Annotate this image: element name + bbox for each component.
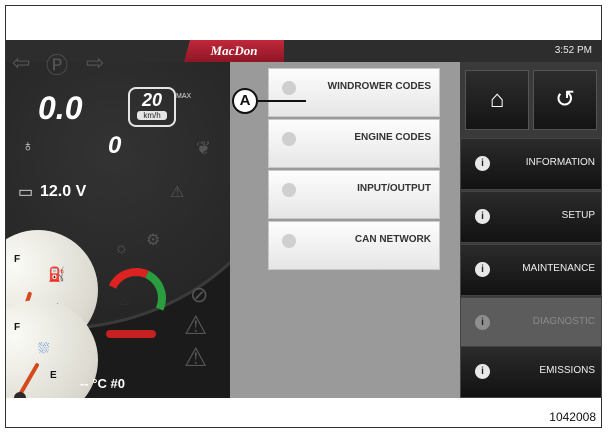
info-icon: i xyxy=(475,315,490,330)
def-needle-hub xyxy=(14,392,26,398)
speed-limit-box: 20 km/h xyxy=(128,87,176,127)
info-icon xyxy=(282,183,296,197)
def-full-label: F xyxy=(14,322,21,333)
nav-setup[interactable]: i SETUP xyxy=(460,191,602,243)
nav-label: DIAGNOSTIC xyxy=(532,316,595,327)
back-button[interactable]: ↺ xyxy=(533,70,597,130)
menu-item-label: ENGINE CODES xyxy=(354,132,431,143)
menu-item-label: INPUT/OUTPUT xyxy=(357,183,431,194)
figure-number: 1042008 xyxy=(549,410,596,424)
leaf-icon: ❦ xyxy=(196,138,212,158)
home-button[interactable]: ⌂ xyxy=(465,70,529,130)
nav-diagnostic[interactable]: i DIAGNOSTIC xyxy=(460,297,602,349)
speed-unit: km/h xyxy=(137,111,167,120)
info-icon: i xyxy=(475,262,490,277)
speed-limit-value: 20 xyxy=(141,90,163,110)
menu-item-engine-codes[interactable]: ENGINE CODES xyxy=(268,119,440,168)
parking-brake-icon: Ⓟ xyxy=(46,53,69,78)
nav-maintenance[interactable]: i MAINTENANCE xyxy=(460,244,602,296)
clock-time: 3:52 PM xyxy=(554,45,592,56)
coolant-temp-icon: ♨ xyxy=(118,292,131,308)
info-icon xyxy=(282,81,296,95)
gauge-cluster: F E ⛽ F E ⛆ ♨ ⚠ ⚠ ⊘ xyxy=(6,230,246,398)
nav-label: MAINTENANCE xyxy=(522,263,595,274)
diagnostic-menu: WINDROWER CODES ENGINE CODES INPUT/OUTPU… xyxy=(268,68,440,272)
menu-item-label: CAN NETWORK xyxy=(354,234,431,245)
home-icon: ⌂ xyxy=(489,86,505,113)
menu-item-input-output[interactable]: INPUT/OUTPUT xyxy=(268,170,440,219)
menu-item-can-network[interactable]: CAN NETWORK xyxy=(268,221,440,270)
battery-voltage: 12.0 V xyxy=(40,183,87,200)
brand-logo: MacDon xyxy=(184,40,284,62)
menu-item-windrower-codes[interactable]: WINDROWER CODES xyxy=(268,68,440,117)
battery-icon: ▭ xyxy=(18,184,34,201)
info-icon xyxy=(282,132,296,146)
engine-fault-icon: ⊘ xyxy=(190,282,209,307)
temp-hours-readout: -- °C #0 xyxy=(80,376,125,391)
info-icon: i xyxy=(475,209,490,224)
nav-emissions[interactable]: i EMISSIONS xyxy=(460,346,602,398)
info-icon xyxy=(282,234,296,248)
nav-label: INFORMATION xyxy=(525,157,595,168)
display-screen: MacDon 3:52 PM ⇦ Ⓟ ⇨ 0.0 20 km/h MAX ♁ 0… xyxy=(6,40,602,398)
info-icon: i xyxy=(475,156,490,171)
warning-triangle-icon: ⚠ xyxy=(184,310,208,340)
coolant-temp-bar xyxy=(106,330,156,338)
nav-information[interactable]: i INFORMATION xyxy=(460,138,602,190)
ground-speed: 0.0 xyxy=(38,90,83,126)
coolant-temp-arc xyxy=(97,259,175,337)
menu-item-label: WINDROWER CODES xyxy=(327,81,431,92)
info-icon: i xyxy=(475,364,490,379)
nav-label: EMISSIONS xyxy=(539,365,595,376)
fuel-pump-icon: ⛽ xyxy=(48,266,66,282)
speed-max-label: MAX xyxy=(176,93,192,100)
fuel-full-label: F xyxy=(14,254,21,265)
def-fluid-icon: ⛆ xyxy=(38,340,50,356)
back-icon: ↺ xyxy=(554,86,576,113)
hazard-icon: ⚠ xyxy=(170,184,185,201)
callout-marker: A xyxy=(232,88,258,114)
callout-leader-line xyxy=(258,100,306,102)
caution-triangle-icon: ⚠ xyxy=(184,342,208,372)
engine-speed-icon: ♁ xyxy=(22,138,34,155)
left-turn-icon: ⇦ xyxy=(12,50,31,75)
def-empty-label: E xyxy=(50,370,57,381)
right-turn-icon: ⇨ xyxy=(86,50,105,75)
engine-rpm: 0 xyxy=(108,132,122,159)
nav-label: SETUP xyxy=(561,210,595,221)
